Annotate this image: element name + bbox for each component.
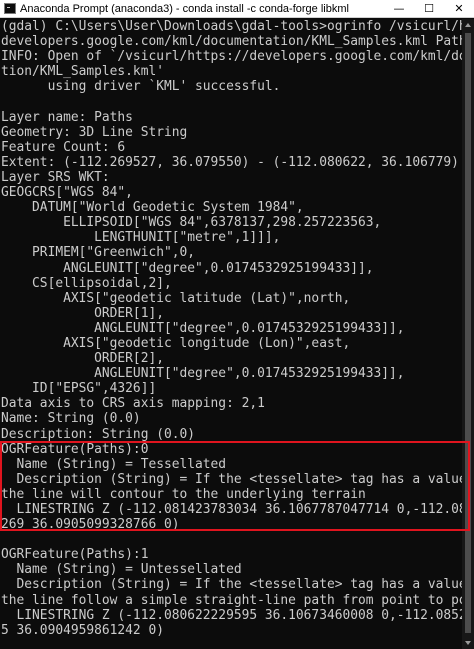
terminal-app-icon xyxy=(4,3,16,14)
terminal-line: Geometry: 3D Line String xyxy=(1,124,188,140)
terminal-line: OGRFeature(Paths):1 xyxy=(1,547,149,563)
terminal-line: ORDER[2], xyxy=(1,351,164,367)
terminal-line: Name: String (0.0) xyxy=(1,411,141,427)
terminal-line: ID["EPSG",4326]] xyxy=(1,381,157,397)
minimize-button[interactable]: — xyxy=(384,0,414,18)
terminal-line: Name (String) = Tessellated xyxy=(1,456,227,472)
terminal-line: (gdal) C:\Users\User\Downloads\gdal-tool… xyxy=(1,19,462,34)
terminal-output[interactable]: (gdal) C:\Users\User\Downloads\gdal-tool… xyxy=(0,19,462,649)
terminal-line: the line will contour to the underlying … xyxy=(1,486,366,502)
terminal-line: 269 36.0905099328766 0) xyxy=(1,517,180,533)
terminal-line: DATUM["World Geodetic System 1984", xyxy=(1,200,304,216)
terminal-line: INFO: Open of `/vsicurl/https://develope… xyxy=(1,49,462,65)
terminal-line: ELLIPSOID["WGS 84",6378137,298.257223563… xyxy=(1,215,382,231)
terminal-line: Layer name: Paths xyxy=(1,109,133,125)
terminal-line: ORDER[1], xyxy=(1,305,164,321)
window-title: Anaconda Prompt (anaconda3) - conda inst… xyxy=(20,2,349,15)
terminal-line: developers.google.com/kml/documentation/… xyxy=(1,34,462,50)
terminal-line: Data axis to CRS axis mapping: 2,1 xyxy=(1,396,265,412)
window-controls: — ☐ ✕ xyxy=(384,0,474,18)
terminal-line: ANGLEUNIT["degree",0.0174532925199433]], xyxy=(1,260,374,276)
terminal-line: CS[ellipsoidal,2], xyxy=(1,275,172,291)
terminal-window: Anaconda Prompt (anaconda3) - conda inst… xyxy=(0,0,474,649)
terminal-line: ANGLEUNIT["degree",0.0174532925199433]], xyxy=(1,320,405,336)
terminal-line: AXIS["geodetic latitude (Lat)",north, xyxy=(1,290,351,306)
close-button[interactable]: ✕ xyxy=(444,0,474,18)
scroll-thumb[interactable] xyxy=(465,33,471,633)
terminal-line: Layer SRS WKT: xyxy=(1,169,110,185)
title-bar[interactable]: Anaconda Prompt (anaconda3) - conda inst… xyxy=(0,0,474,18)
maximize-button[interactable]: ☐ xyxy=(414,0,444,18)
terminal-line: LENGTHUNIT["metre",1]]], xyxy=(1,230,281,246)
terminal-line: OGRFeature(Paths):0 xyxy=(1,441,149,457)
vertical-scrollbar[interactable] xyxy=(462,19,474,649)
terminal-line: using driver `KML' successful. xyxy=(1,79,281,95)
scroll-up-arrow-icon[interactable] xyxy=(465,23,471,27)
terminal-line: GEOGCRS["WGS 84", xyxy=(1,185,133,201)
terminal-line: Extent: (-112.269527, 36.079550) - (-112… xyxy=(1,154,459,170)
terminal-line: LINESTRING Z (-112.080622229595 36.10673… xyxy=(16,607,462,623)
terminal-line: tion/KML_Samples.kml' xyxy=(1,64,164,80)
terminal-line: ANGLEUNIT["degree",0.0174532925199433]], xyxy=(1,366,405,382)
terminal-line: Feature Count: 6 xyxy=(1,139,126,155)
terminal-line: PRIMEM["Greenwich",0, xyxy=(1,245,196,261)
terminal-line: 5 36.0904959861242 0) xyxy=(1,622,164,638)
terminal-line: LINESTRING Z (-112.081423783034 36.10677… xyxy=(16,502,462,517)
terminal-line: Name (String) = Untessellated xyxy=(1,562,242,578)
terminal-line: AXIS["geodetic longitude (Lon)",east, xyxy=(1,335,351,351)
terminal-line: Description (String) = If the <tessellat… xyxy=(1,577,462,593)
terminal-line: Description (String) = If the <tessellat… xyxy=(1,471,462,487)
scroll-down-arrow-icon[interactable] xyxy=(465,641,471,645)
terminal-line: the line follow a simple straight-line p… xyxy=(1,592,462,608)
terminal-line: Description: String (0.0) xyxy=(1,426,196,442)
